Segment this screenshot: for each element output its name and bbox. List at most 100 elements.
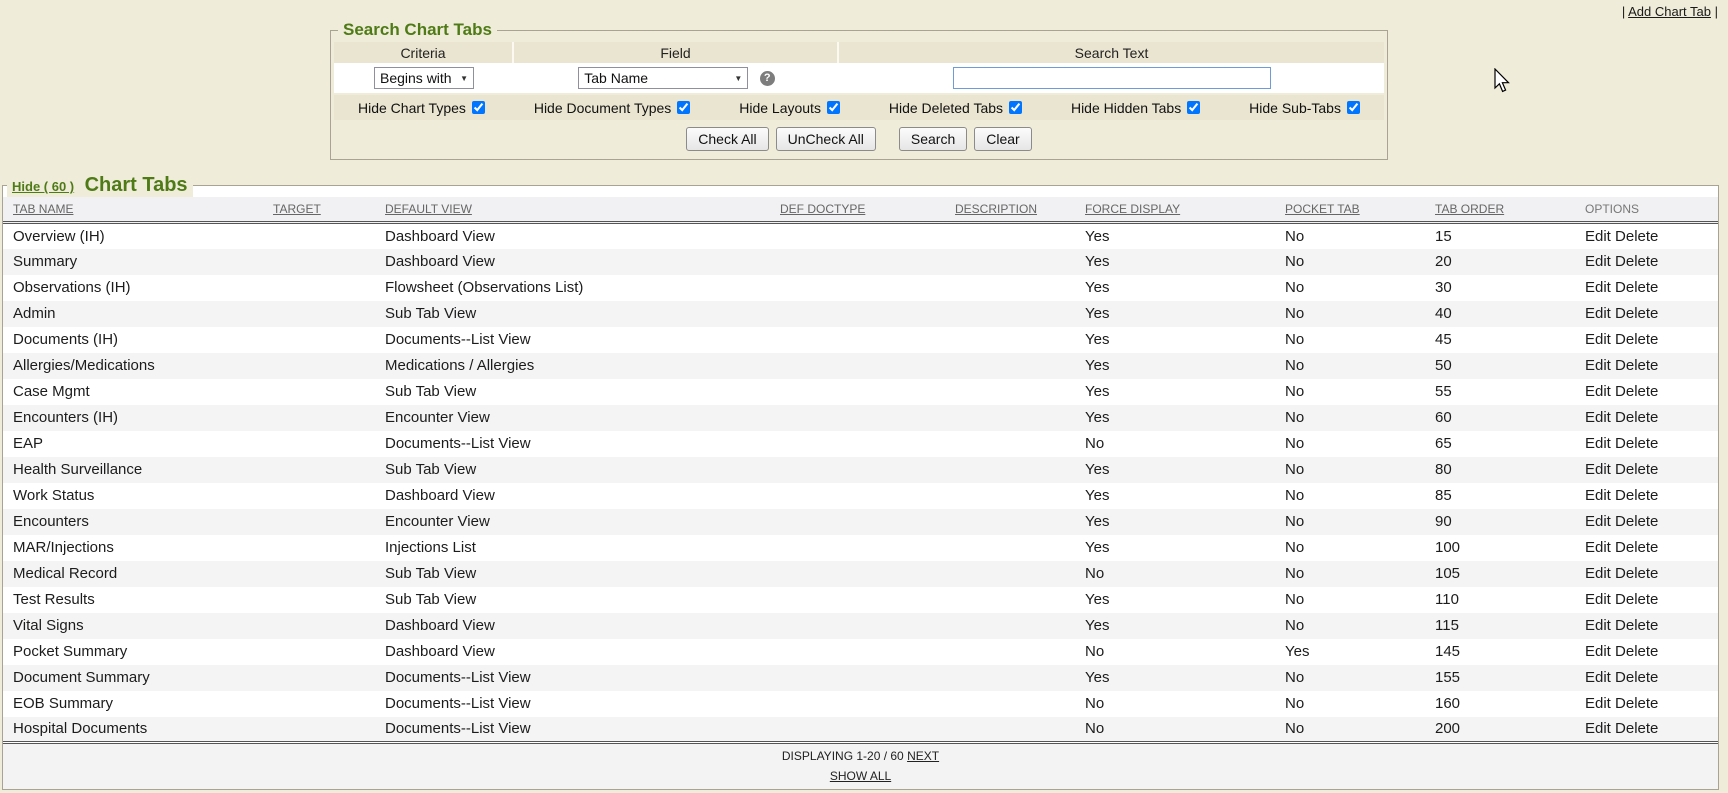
next-page-link[interactable]: NEXT bbox=[907, 749, 939, 763]
sort-force-display[interactable]: FORCE DISPLAY bbox=[1085, 202, 1180, 216]
def-doctype-cell bbox=[770, 275, 945, 301]
delete-link[interactable]: Delete bbox=[1615, 565, 1658, 582]
delete-link[interactable]: Delete bbox=[1615, 253, 1658, 270]
hide-filter-input[interactable] bbox=[1009, 101, 1022, 114]
pocket-tab-cell: No bbox=[1275, 665, 1425, 691]
edit-link[interactable]: Edit bbox=[1585, 331, 1611, 348]
default-view-cell: Encounter View bbox=[375, 509, 770, 535]
delete-link[interactable]: Delete bbox=[1615, 357, 1658, 374]
sort-default-view[interactable]: DEFAULT VIEW bbox=[385, 202, 472, 216]
delete-link[interactable]: Delete bbox=[1615, 279, 1658, 296]
sort-tab-name[interactable]: TAB NAME bbox=[13, 202, 73, 216]
delete-link[interactable]: Delete bbox=[1615, 720, 1658, 737]
hide-filter-checkbox[interactable]: Hide Sub-Tabs bbox=[1249, 100, 1360, 116]
edit-link[interactable]: Edit bbox=[1585, 305, 1611, 322]
delete-link[interactable]: Delete bbox=[1615, 617, 1658, 634]
hide-filter-checkbox[interactable]: Hide Hidden Tabs bbox=[1071, 100, 1200, 116]
hide-count-link[interactable]: Hide ( 60 ) bbox=[12, 179, 74, 194]
delete-link[interactable]: Delete bbox=[1615, 331, 1658, 348]
target-cell bbox=[263, 327, 375, 353]
edit-link[interactable]: Edit bbox=[1585, 539, 1611, 556]
hide-filter-checkbox[interactable]: Hide Chart Types bbox=[358, 100, 485, 116]
tab-name-cell: Case Mgmt bbox=[3, 379, 263, 405]
delete-link[interactable]: Delete bbox=[1615, 305, 1658, 322]
edit-link[interactable]: Edit bbox=[1585, 720, 1611, 737]
hide-filter-input[interactable] bbox=[1187, 101, 1200, 114]
check-all-button[interactable]: Check All bbox=[686, 127, 768, 151]
edit-link[interactable]: Edit bbox=[1585, 279, 1611, 296]
table-row: Vital SignsDashboard ViewYesNo115Edit De… bbox=[3, 613, 1718, 639]
edit-link[interactable]: Edit bbox=[1585, 383, 1611, 400]
force-display-cell: Yes bbox=[1075, 223, 1275, 249]
delete-link[interactable]: Delete bbox=[1615, 487, 1658, 504]
def-doctype-cell bbox=[770, 561, 945, 587]
def-doctype-cell bbox=[770, 249, 945, 275]
mouse-cursor-icon bbox=[1494, 68, 1512, 94]
delete-link[interactable]: Delete bbox=[1615, 539, 1658, 556]
edit-link[interactable]: Edit bbox=[1585, 228, 1611, 245]
tab-name-cell: Hospital Documents bbox=[3, 717, 263, 743]
hide-filter-input[interactable] bbox=[1347, 101, 1360, 114]
criteria-select[interactable]: Begins with bbox=[374, 67, 474, 89]
edit-link[interactable]: Edit bbox=[1585, 461, 1611, 478]
edit-link[interactable]: Edit bbox=[1585, 565, 1611, 582]
tab-name-cell: Admin bbox=[3, 301, 263, 327]
search-text-input[interactable] bbox=[953, 67, 1271, 89]
pocket-tab-cell: No bbox=[1275, 457, 1425, 483]
options-cell: Edit Delete bbox=[1575, 327, 1718, 353]
hide-filter-checkbox[interactable]: Hide Document Types bbox=[534, 100, 690, 116]
delete-link[interactable]: Delete bbox=[1615, 383, 1658, 400]
hide-filter-input[interactable] bbox=[827, 101, 840, 114]
delete-link[interactable]: Delete bbox=[1615, 461, 1658, 478]
edit-link[interactable]: Edit bbox=[1585, 513, 1611, 530]
edit-link[interactable]: Edit bbox=[1585, 591, 1611, 608]
edit-link[interactable]: Edit bbox=[1585, 643, 1611, 660]
target-cell bbox=[263, 431, 375, 457]
edit-link[interactable]: Edit bbox=[1585, 435, 1611, 452]
search-criteria-table: Criteria Field Search Text Begins with ▼ bbox=[334, 42, 1384, 93]
table-header-row: TAB NAME TARGET DEFAULT VIEW DEF DOCTYPE… bbox=[3, 197, 1718, 223]
hide-filter-checkbox[interactable]: Hide Deleted Tabs bbox=[889, 100, 1022, 116]
description-cell bbox=[945, 457, 1075, 483]
clear-button[interactable]: Clear bbox=[974, 127, 1031, 151]
sort-description[interactable]: DESCRIPTION bbox=[955, 202, 1037, 216]
force-display-cell: Yes bbox=[1075, 327, 1275, 353]
tab-order-cell: 80 bbox=[1425, 457, 1575, 483]
delete-link[interactable]: Delete bbox=[1615, 409, 1658, 426]
tab-order-cell: 20 bbox=[1425, 249, 1575, 275]
delete-link[interactable]: Delete bbox=[1615, 228, 1658, 245]
field-select[interactable]: Tab Name bbox=[578, 67, 748, 89]
description-cell bbox=[945, 509, 1075, 535]
sort-target[interactable]: TARGET bbox=[273, 202, 321, 216]
edit-link[interactable]: Edit bbox=[1585, 253, 1611, 270]
edit-link[interactable]: Edit bbox=[1585, 669, 1611, 686]
table-row: Work StatusDashboard ViewYesNo85Edit Del… bbox=[3, 483, 1718, 509]
description-cell bbox=[945, 223, 1075, 249]
edit-link[interactable]: Edit bbox=[1585, 409, 1611, 426]
show-all-link[interactable]: SHOW ALL bbox=[830, 769, 891, 783]
default-view-cell: Sub Tab View bbox=[375, 457, 770, 483]
sort-pocket-tab[interactable]: POCKET TAB bbox=[1285, 202, 1360, 216]
edit-link[interactable]: Edit bbox=[1585, 487, 1611, 504]
edit-link[interactable]: Edit bbox=[1585, 357, 1611, 374]
hide-filter-checkbox[interactable]: Hide Layouts bbox=[739, 100, 840, 116]
hide-filter-input[interactable] bbox=[472, 101, 485, 114]
delete-link[interactable]: Delete bbox=[1615, 435, 1658, 452]
delete-link[interactable]: Delete bbox=[1615, 591, 1658, 608]
edit-link[interactable]: Edit bbox=[1585, 695, 1611, 712]
default-view-cell: Flowsheet (Observations List) bbox=[375, 275, 770, 301]
delete-link[interactable]: Delete bbox=[1615, 513, 1658, 530]
hide-filter-input[interactable] bbox=[677, 101, 690, 114]
delete-link[interactable]: Delete bbox=[1615, 695, 1658, 712]
add-chart-tab-link[interactable]: Add Chart Tab bbox=[1628, 4, 1711, 19]
uncheck-all-button[interactable]: UnCheck All bbox=[776, 127, 876, 151]
sort-def-doctype[interactable]: DEF DOCTYPE bbox=[780, 202, 865, 216]
delete-link[interactable]: Delete bbox=[1615, 669, 1658, 686]
edit-link[interactable]: Edit bbox=[1585, 617, 1611, 634]
sort-tab-order[interactable]: TAB ORDER bbox=[1435, 202, 1504, 216]
search-button[interactable]: Search bbox=[899, 127, 967, 151]
description-cell bbox=[945, 613, 1075, 639]
delete-link[interactable]: Delete bbox=[1615, 643, 1658, 660]
help-icon[interactable]: ? bbox=[760, 71, 775, 86]
hide-filters-row: Hide Chart Types Hide Document Types Hide … bbox=[334, 95, 1384, 120]
